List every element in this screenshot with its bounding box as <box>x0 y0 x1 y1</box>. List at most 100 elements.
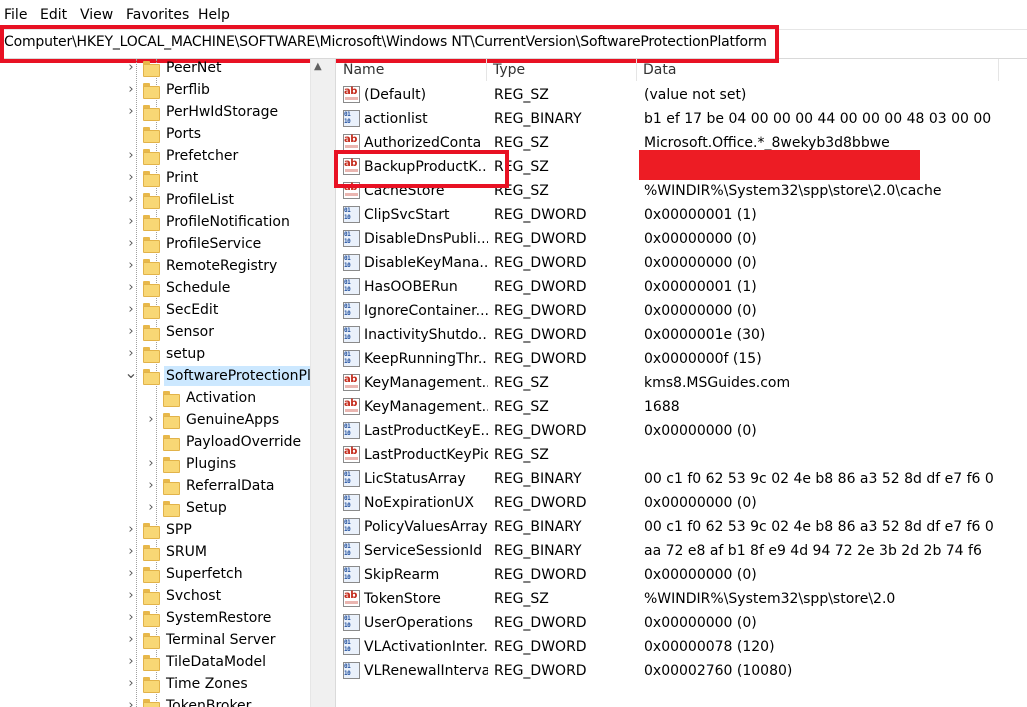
value-row[interactable]: ab CacheStore REG_SZ %WINDIR%\System32\spp\… <box>337 179 1027 203</box>
chevron-right-icon[interactable]: › <box>124 674 138 694</box>
chevron-right-icon[interactable]: › <box>144 476 158 496</box>
tree-node[interactable]: › SystemRestore <box>0 607 312 629</box>
value-data: 0x00000000 (0) <box>644 615 757 631</box>
value-row[interactable]: 01 10 NoExpirationUX REG_DWORD 0x00000000 (0… <box>337 491 1027 515</box>
tree-node[interactable]: › GenuineApps <box>0 409 312 431</box>
column-header-data[interactable]: Data <box>637 59 999 81</box>
string-value-icon: ab <box>343 374 360 391</box>
chevron-right-icon[interactable]: › <box>124 256 138 276</box>
binary-value-icon: 01 10 <box>343 350 360 367</box>
chevron-right-icon[interactable]: › <box>144 410 158 430</box>
value-row[interactable]: ab TokenStore REG_SZ %WINDIR%\System32\spp\… <box>337 587 1027 611</box>
chevron-right-icon[interactable]: › <box>144 498 158 518</box>
tree-node[interactable]: Activation <box>0 387 312 409</box>
menu-view[interactable]: View <box>80 7 113 23</box>
tree-scrollbar[interactable]: ▲ <box>310 59 327 707</box>
chevron-right-icon[interactable]: › <box>124 102 138 122</box>
value-row[interactable]: ab (Default) REG_SZ (value not set) <box>337 83 1027 107</box>
chevron-right-icon[interactable]: › <box>124 322 138 342</box>
value-row[interactable]: ab KeyManagement... REG_SZ 1688 <box>337 395 1027 419</box>
address-path[interactable]: Computer\HKEY_LOCAL_MACHINE\SOFTWARE\Mic… <box>4 34 767 50</box>
chevron-right-icon[interactable]: › <box>124 608 138 628</box>
tree-node[interactable]: › ProfileList <box>0 189 312 211</box>
tree-node[interactable]: › Prefetcher <box>0 145 312 167</box>
tree-node[interactable]: › TokenBroker <box>0 695 312 707</box>
chevron-right-icon[interactable]: › <box>144 454 158 474</box>
tree-node[interactable]: › TileDataModel <box>0 651 312 673</box>
value-row[interactable]: 01 10 actionlist REG_BINARY b1 ef 17 be 04 0… <box>337 107 1027 131</box>
tree-node[interactable]: › ReferralData <box>0 475 312 497</box>
tree-node[interactable]: › Terminal Server <box>0 629 312 651</box>
chevron-right-icon[interactable]: › <box>124 59 138 78</box>
chevron-right-icon[interactable]: › <box>124 146 138 166</box>
chevron-right-icon[interactable]: › <box>124 278 138 298</box>
menu-favorites[interactable]: Favorites <box>126 7 189 23</box>
value-row[interactable]: ab KeyManagement... REG_SZ kms8.MSGuides.co… <box>337 371 1027 395</box>
value-row[interactable]: 01 10 LicStatusArray REG_BINARY 00 c1 f0 62 … <box>337 467 1027 491</box>
chevron-right-icon[interactable]: › <box>124 520 138 540</box>
value-row[interactable]: 01 10 VLRenewalInterval REG_DWORD 0x00002760… <box>337 659 1027 683</box>
menu-help[interactable]: Help <box>198 7 230 23</box>
chevron-right-icon[interactable]: › <box>124 300 138 320</box>
chevron-right-icon[interactable]: › <box>124 234 138 254</box>
chevron-right-icon[interactable]: › <box>124 630 138 650</box>
tree-node[interactable]: › SRUM <box>0 541 312 563</box>
address-bar[interactable]: Computer\HKEY_LOCAL_MACHINE\SOFTWARE\Mic… <box>0 30 1027 59</box>
value-row[interactable]: 01 10 ClipSvcStart REG_DWORD 0x00000001 (1) <box>337 203 1027 227</box>
chevron-right-icon[interactable]: › <box>124 564 138 584</box>
pane-splitter[interactable] <box>327 59 336 707</box>
tree-node[interactable]: › Svchost <box>0 585 312 607</box>
column-header-type[interactable]: Type <box>487 59 637 81</box>
value-row[interactable]: 01 10 InactivityShutdo... REG_DWORD 0x000000… <box>337 323 1027 347</box>
folder-icon <box>143 193 160 209</box>
tree-node[interactable]: › ProfileNotification <box>0 211 312 233</box>
value-row[interactable]: 01 10 DisableKeyMana... REG_DWORD 0x00000000… <box>337 251 1027 275</box>
value-row[interactable]: 01 10 DisableDnsPubli... REG_DWORD 0x0000000… <box>337 227 1027 251</box>
value-row[interactable]: 01 10 LastProductKeyE... REG_DWORD 0x0000000… <box>337 419 1027 443</box>
tree-node[interactable]: › Perflib <box>0 79 312 101</box>
tree-node[interactable]: › PeerNet <box>0 59 312 79</box>
tree-node[interactable]: › SecEdit <box>0 299 312 321</box>
value-row[interactable]: 01 10 IgnoreContainer... REG_DWORD 0x0000000… <box>337 299 1027 323</box>
tree-node[interactable]: › ProfileService <box>0 233 312 255</box>
value-row[interactable]: 01 10 ServiceSessionId REG_BINARY aa 72 e8 a… <box>337 539 1027 563</box>
menu-edit[interactable]: Edit <box>40 7 67 23</box>
tree-node[interactable]: › RemoteRegistry <box>0 255 312 277</box>
value-row[interactable]: 01 10 UserOperations REG_DWORD 0x00000000 (0… <box>337 611 1027 635</box>
chevron-right-icon[interactable]: › <box>124 212 138 232</box>
value-row[interactable]: 01 10 SkipRearm REG_DWORD 0x00000000 (0) <box>337 563 1027 587</box>
chevron-down-icon[interactable]: ⌄ <box>124 365 138 386</box>
chevron-right-icon[interactable]: › <box>124 168 138 188</box>
column-header-name[interactable]: Name <box>337 59 487 81</box>
tree-node[interactable]: › Superfetch <box>0 563 312 585</box>
tree-node[interactable]: › Print <box>0 167 312 189</box>
tree-node[interactable]: › Schedule <box>0 277 312 299</box>
chevron-right-icon[interactable]: › <box>124 190 138 210</box>
tree-node[interactable]: Ports <box>0 123 312 145</box>
chevron-right-icon[interactable]: › <box>124 542 138 562</box>
value-row[interactable]: 01 10 KeepRunningThr... REG_DWORD 0x0000000f… <box>337 347 1027 371</box>
chevron-right-icon[interactable]: › <box>124 344 138 364</box>
folder-icon <box>143 545 160 561</box>
menu-file[interactable]: File <box>4 7 27 23</box>
value-row[interactable]: 01 10 HasOOBERun REG_DWORD 0x00000001 (1) <box>337 275 1027 299</box>
tree-node[interactable]: › PerHwIdStorage <box>0 101 312 123</box>
scroll-up-arrow-icon[interactable]: ▲ <box>314 61 322 72</box>
chevron-right-icon[interactable]: › <box>124 652 138 672</box>
tree-node[interactable]: › Plugins <box>0 453 312 475</box>
tree-node[interactable]: › Time Zones <box>0 673 312 695</box>
tree-node[interactable]: › SPP <box>0 519 312 541</box>
chevron-right-icon[interactable]: › <box>124 586 138 606</box>
tree-node[interactable]: › Sensor <box>0 321 312 343</box>
chevron-right-icon[interactable]: › <box>124 696 138 707</box>
chevron-right-icon[interactable]: › <box>124 80 138 100</box>
value-row[interactable]: ab LastProductKeyPid REG_SZ <box>337 443 1027 467</box>
value-row[interactable]: 01 10 VLActivationInter... REG_DWORD 0x00000… <box>337 635 1027 659</box>
value-row[interactable]: 01 10 PolicyValuesArray REG_BINARY 00 c1 f0 … <box>337 515 1027 539</box>
value-data: (value not set) <box>644 87 747 103</box>
tree-node-label: PayloadOverride <box>186 434 302 450</box>
tree-node[interactable]: PayloadOverride <box>0 431 312 453</box>
tree-node[interactable]: › setup <box>0 343 312 365</box>
tree-node[interactable]: › Setup <box>0 497 312 519</box>
tree-node[interactable]: ⌄ SoftwareProtectionPla <box>0 365 322 387</box>
